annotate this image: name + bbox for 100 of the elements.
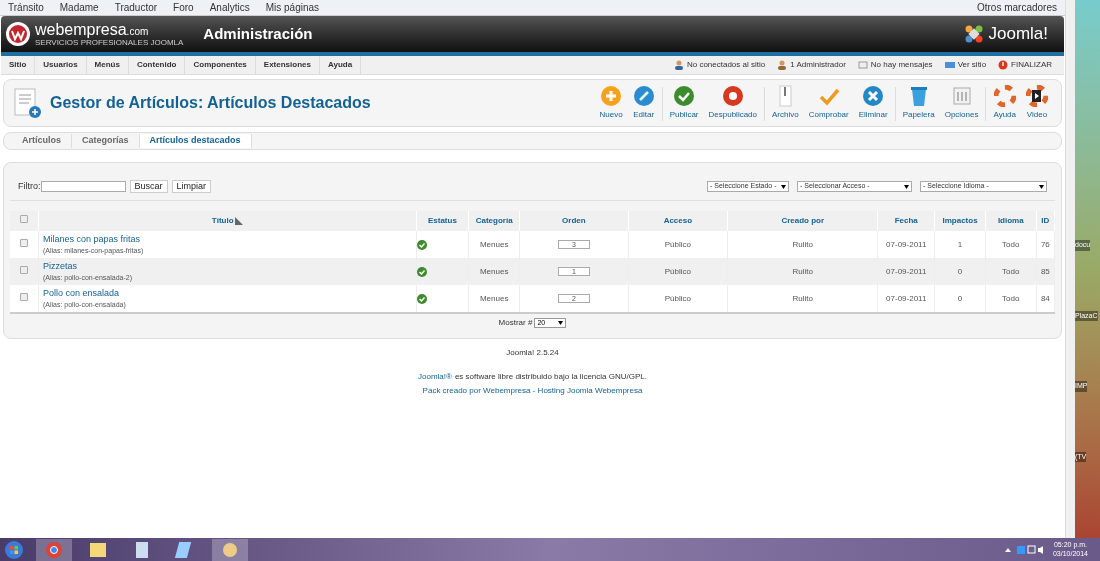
filter-button[interactable]: Limpiar: [171, 180, 212, 193]
submenu-tab[interactable]: Categorías: [72, 134, 140, 148]
browser-taskbar-icon[interactable]: [36, 538, 72, 561]
table-cell: Todo: [1002, 266, 1020, 276]
delete-icon: [862, 85, 885, 107]
table-cell: Rulito: [792, 293, 813, 303]
plus-icon: [600, 85, 623, 107]
scrollbar[interactable]: [1065, 0, 1075, 538]
published-icon[interactable]: [416, 293, 427, 304]
article-title-link[interactable]: Milanes con papas fritas: [42, 232, 416, 246]
menu-item[interactable]: Ayuda: [319, 56, 362, 74]
toolbar-button[interactable]: Archivo: [767, 85, 804, 121]
toolbar-button[interactable]: Eliminar: [853, 85, 893, 121]
menu-item[interactable]: Usuarios: [35, 56, 87, 74]
bookmark-link[interactable]: Traductor: [114, 0, 158, 15]
bookmark-link[interactable]: Analytics: [209, 0, 250, 15]
logo-tagline: SERVICIOS PROFESIONALES JOOMLA: [35, 38, 184, 47]
status-link[interactable]: No hay mensajes: [870, 59, 933, 71]
toolbar-button[interactable]: Papelera: [897, 85, 940, 121]
tray-icons[interactable]: [1004, 544, 1045, 555]
filter-field[interactable]: [40, 181, 126, 192]
table-cell: Menues: [479, 293, 509, 303]
toolbar-button[interactable]: Video: [1021, 85, 1053, 121]
bookmark-folder[interactable]: Otros marcadores: [976, 0, 1057, 15]
column-header[interactable]: Fecha: [894, 215, 918, 227]
table-cell: Todo: [1002, 239, 1020, 249]
published-icon[interactable]: [416, 239, 427, 250]
start-button[interactable]: [4, 539, 24, 560]
column-header[interactable]: ID: [1041, 215, 1050, 227]
credit-link[interactable]: Pack creado por Webempresa - Hosting Joomla Webempresa: [422, 385, 643, 397]
envelope-icon: [857, 60, 868, 70]
toolbar-button[interactable]: Nuevo: [594, 85, 628, 121]
page-title: Gestor de Artículos: Artículos Destacados: [50, 93, 371, 113]
article-title-link[interactable]: Pizzetas: [42, 259, 416, 273]
screen-icon: [944, 60, 955, 70]
dropdown-arrow-icon: [558, 321, 564, 325]
dropdown-arrow-icon: [781, 184, 786, 189]
header-title: Administración: [203, 23, 313, 44]
column-header[interactable]: Título: [211, 215, 243, 227]
bookmark-link[interactable]: Tránsito: [8, 0, 44, 15]
table-cell: 76: [1040, 239, 1050, 249]
stop-icon: [721, 85, 744, 107]
table-cell: 0: [957, 293, 963, 303]
toolbar-button[interactable]: Comprobar: [803, 85, 854, 121]
column-header[interactable]: Impactos: [942, 215, 978, 227]
table-cell: Público: [664, 293, 691, 303]
logo-text: webempresa.com: [35, 21, 150, 38]
dropdown-arrow-icon: [1039, 184, 1044, 189]
table-cell: Público: [664, 239, 691, 249]
column-header[interactable]: Creado por: [781, 215, 825, 227]
status-link[interactable]: No conectados al sitio: [686, 59, 766, 71]
table-cell: Público: [664, 266, 691, 276]
filter-button[interactable]: Buscar: [129, 180, 168, 193]
bookmark-link[interactable]: Foro: [173, 0, 194, 15]
column-header[interactable]: Idioma: [997, 215, 1024, 227]
table-cell: 85: [1040, 266, 1050, 276]
status-link[interactable]: FINALIZAR: [1011, 59, 1052, 71]
menu-item[interactable]: Sitio: [1, 56, 36, 74]
table-cell: 84: [1040, 293, 1050, 303]
menu-item[interactable]: Componentes: [185, 56, 256, 74]
toolbar-button[interactable]: Publicar: [664, 85, 704, 121]
table-cell: Todo: [1002, 293, 1020, 303]
toolbar-button[interactable]: Opciones: [939, 85, 984, 121]
table-cell: Rulito: [792, 266, 813, 276]
checkbox[interactable]: [19, 238, 28, 247]
article-title-link[interactable]: Pollo con ensalada: [42, 286, 416, 300]
toolbar-button[interactable]: Editar: [627, 85, 660, 121]
lifebuoy-icon: [993, 85, 1016, 107]
paint-taskbar-icon[interactable]: [212, 538, 248, 561]
status-link[interactable]: Ver sitio: [957, 59, 987, 71]
table-cell: 1: [957, 239, 963, 249]
checkbox[interactable]: [19, 292, 28, 301]
checkbox[interactable]: [19, 215, 28, 223]
pagination-label: Mostrar #: [498, 317, 533, 329]
checkbox[interactable]: [19, 265, 28, 274]
table-cell: Menues: [479, 266, 509, 276]
brand-text: Joomla!: [988, 23, 1048, 46]
submenu-tab[interactable]: Artículos destacados: [139, 134, 252, 148]
user-icon: [777, 60, 788, 70]
column-header[interactable]: Orden: [562, 215, 586, 227]
menu-item[interactable]: Menús: [86, 56, 129, 74]
menu-item[interactable]: Contenido: [128, 56, 186, 74]
logo-icon: [5, 21, 31, 47]
published-icon[interactable]: [416, 266, 427, 277]
menu-item[interactable]: Extensiones: [255, 56, 320, 74]
table-cell: 07-09-2011: [886, 266, 927, 276]
column-header[interactable]: Estatus: [427, 215, 457, 227]
sort-icon: [234, 217, 243, 225]
status-link[interactable]: 1 Administrador: [790, 59, 846, 71]
bookmark-link[interactable]: Mis páginas: [265, 0, 320, 15]
joomla-link[interactable]: Joomla!®: [418, 371, 452, 383]
bookmark-link[interactable]: Madame: [59, 0, 99, 15]
table-cell: 0: [957, 266, 963, 276]
toolbar-button[interactable]: Despublicado: [703, 85, 762, 121]
column-header[interactable]: Acceso: [663, 215, 693, 227]
dropdown-arrow-icon: [904, 184, 909, 189]
table-cell: 07-09-2011: [886, 239, 927, 249]
toolbar-button[interactable]: Ayuda: [988, 85, 1021, 121]
submenu-tab[interactable]: Artículos: [12, 134, 72, 148]
column-header[interactable]: Categoría: [475, 215, 513, 227]
